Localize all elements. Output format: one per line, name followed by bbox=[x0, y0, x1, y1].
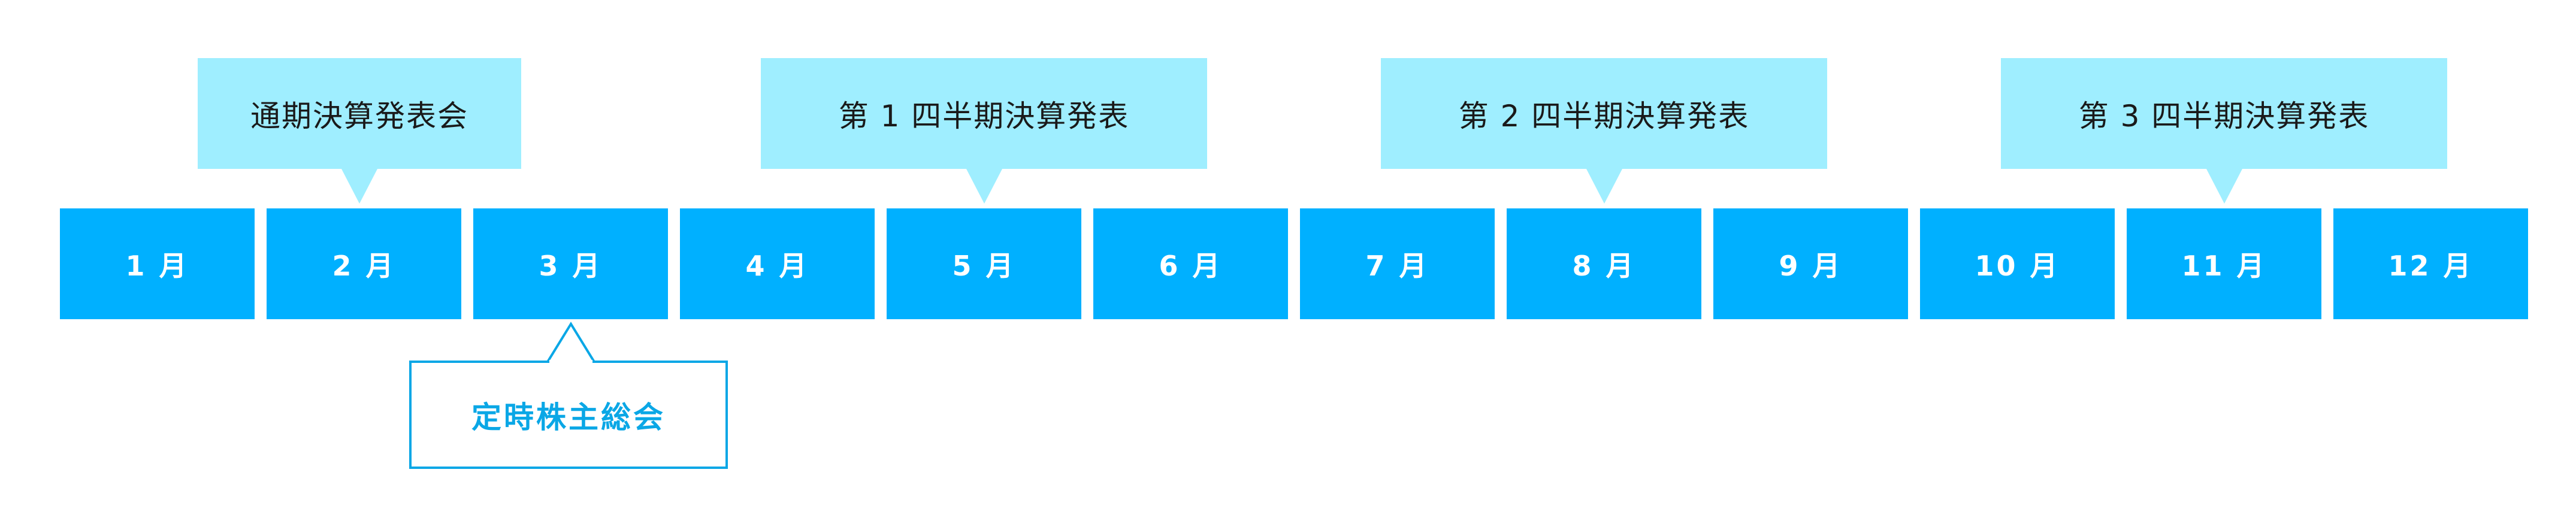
month-box-3: 3 月 bbox=[473, 208, 668, 319]
event-callout-q1-results: 第 1 四半期決算発表 bbox=[761, 58, 1207, 204]
event-label: 通期決算発表会 bbox=[250, 98, 468, 134]
callout-pointer bbox=[2206, 169, 2242, 204]
month-box-12: 12 月 bbox=[2333, 208, 2528, 319]
callout-pointer-up bbox=[547, 322, 595, 363]
month-box-6: 6 月 bbox=[1093, 208, 1288, 319]
month-box-4: 4 月 bbox=[680, 208, 875, 319]
callout-pointer bbox=[341, 169, 377, 204]
month-box-10: 10 月 bbox=[1920, 208, 2115, 319]
month-box-9: 9 月 bbox=[1713, 208, 1908, 319]
callout-pointer bbox=[1586, 169, 1622, 204]
month-box-11: 11 月 bbox=[2127, 208, 2321, 319]
month-box-2: 2 月 bbox=[267, 208, 461, 319]
event-callout-q2-results: 第 2 四半期決算発表 bbox=[1381, 58, 1827, 204]
event-label: 第 2 四半期決算発表 bbox=[1458, 98, 1750, 134]
event-label: 定時株主総会 bbox=[471, 399, 666, 435]
event-callout-shareholders-meeting: 定時株主総会 bbox=[409, 361, 728, 469]
event-label: 第 3 四半期決算発表 bbox=[2078, 98, 2370, 134]
month-box-1: 1 月 bbox=[60, 208, 255, 319]
event-callout-q3-results: 第 3 四半期決算発表 bbox=[2001, 58, 2447, 204]
event-label: 第 1 四半期決算発表 bbox=[838, 98, 1130, 134]
timeline-diagram: 通期決算発表会 第 1 四半期決算発表 第 2 四半期決算発表 第 3 四半期決… bbox=[0, 0, 2576, 527]
month-box-7: 7 月 bbox=[1300, 208, 1495, 319]
event-callout-annual-results: 通期決算発表会 bbox=[198, 58, 521, 204]
month-box-5: 5 月 bbox=[887, 208, 1081, 319]
callout-pointer bbox=[966, 169, 1002, 204]
month-box-8: 8 月 bbox=[1507, 208, 1701, 319]
